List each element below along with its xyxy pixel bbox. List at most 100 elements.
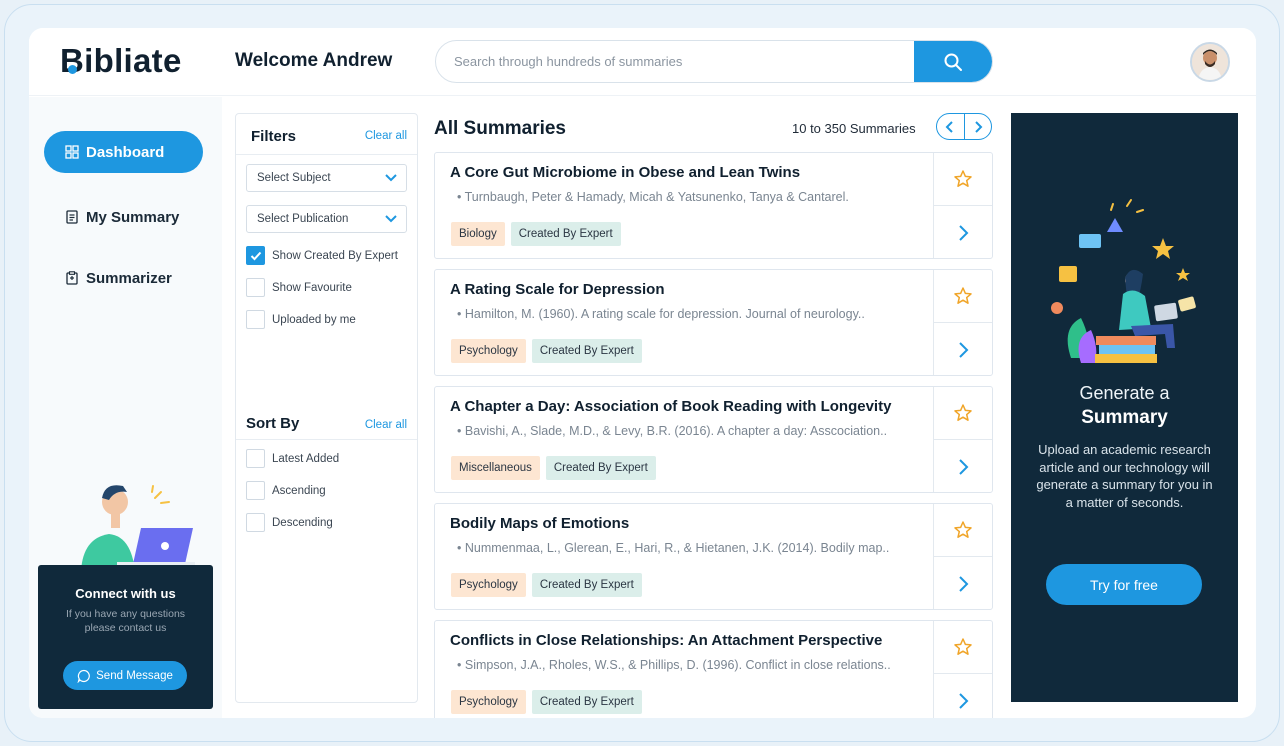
checkbox-box[interactable] [246,449,265,468]
summary-authors-text: Simpson, J.A., Rholes, W.S., & Phillips,… [464,658,891,672]
summary-title[interactable]: Conflicts in Close Relationships: An Att… [450,632,882,649]
subject-tag: Miscellaneous [451,456,540,480]
checkbox-uploaded-by-me[interactable]: Uploaded by me [246,310,356,329]
logo-dot-icon [68,65,77,74]
expert-badge: Created By Expert [545,456,656,480]
dashboard-grid-icon [65,145,79,159]
list-title: All Summaries [434,118,566,139]
promo-line-2: Summary [1081,407,1168,428]
favourite-button[interactable] [934,153,992,206]
expert-badge: Created By Expert [510,222,621,246]
try-for-free-button[interactable]: Try for free [1046,564,1202,605]
summary-card[interactable]: A Rating Scale for Depression • Hamilton… [434,269,993,376]
search-input[interactable] [454,41,914,82]
open-summary-button[interactable] [934,440,992,493]
avatar[interactable] [1190,42,1230,82]
checkbox-label: Show Favourite [272,281,352,294]
tag-list: Psychology Created By Expert [451,339,642,363]
open-summary-button[interactable] [934,206,992,259]
clear-filters-link[interactable]: Clear all [365,130,407,142]
open-summary-button[interactable] [934,557,992,610]
checkbox-box[interactable] [246,278,265,297]
select-publication-dropdown[interactable]: Select Publication [246,205,407,233]
promo-description: Upload an academic research article and … [1036,442,1213,510]
favourite-button[interactable] [934,621,992,674]
summary-title[interactable]: A Core Gut Microbiome in Obese and Lean … [450,164,800,181]
sidebar-item-label: Dashboard [86,143,165,161]
welcome-text: Welcome Andrew [235,50,393,71]
summary-card[interactable]: Bodily Maps of Emotions • Nummenmaa, L.,… [434,503,993,610]
person-laptop-illustration [81,485,195,571]
favourite-button[interactable] [934,504,992,557]
chevron-right-icon [959,692,969,709]
summary-card[interactable]: Conflicts in Close Relationships: An Att… [434,620,993,718]
checkbox-box[interactable] [246,481,265,500]
checkbox-show-created-by-expert[interactable]: Show Created By Expert [246,246,398,265]
list-header: All Summaries 10 to 350 Summaries [434,113,994,146]
next-page-button[interactable] [963,114,991,139]
chevron-left-icon [946,120,954,133]
chevron-right-icon [959,224,969,241]
card-actions [933,504,992,609]
tag-list: Miscellaneous Created By Expert [451,456,656,480]
summary-authors-text: Hamilton, M. (1960). A rating scale for … [464,307,865,321]
chevron-down-icon [385,215,397,223]
divider [236,154,417,155]
star-icon [954,404,972,421]
sidebar-item-dashboard[interactable]: Dashboard [44,131,203,173]
star-icon [954,170,972,187]
summary-authors: • Nummenmaa, L., Glerean, E., Hari, R., … [457,541,890,555]
checkbox-box[interactable] [246,513,265,532]
clipboard-icon [66,271,78,285]
checkbox-label: Descending [272,516,333,529]
sidebar-item-label: My Summary [86,208,180,226]
logo-text: ibliate [84,42,182,79]
star-icon [954,521,972,538]
card-actions [933,621,992,718]
checkbox-label: Ascending [272,484,326,497]
select-subject-value: Select Subject [257,172,331,184]
expert-badge: Created By Expert [531,339,642,363]
card-actions [933,270,992,375]
open-summary-button[interactable] [934,674,992,718]
sort-descending[interactable]: Descending [246,513,333,532]
prev-page-button[interactable] [937,114,964,139]
summary-title[interactable]: A Chapter a Day: Association of Book Rea… [450,398,891,415]
clear-sort-link[interactable]: Clear all [365,419,407,431]
checkbox-box[interactable] [246,310,265,329]
top-bar: Bibliate Welcome Andrew [29,28,1256,96]
chevron-right-icon [975,120,983,133]
favourite-button[interactable] [934,387,992,440]
summary-authors: • Hamilton, M. (1960). A rating scale fo… [457,307,865,321]
sort-by-title: Sort By [246,415,300,432]
send-message-button[interactable]: Send Message [63,661,187,690]
favourite-button[interactable] [934,270,992,323]
star-icon [954,287,972,304]
subject-tag: Psychology [451,690,526,714]
generate-summary-panel: Generate a Summary Upload an academic re… [1011,113,1238,702]
summary-card[interactable]: A Chapter a Day: Association of Book Rea… [434,386,993,493]
sort-latest-added[interactable]: Latest Added [246,449,339,468]
chevron-right-icon [959,458,969,475]
summary-authors: • Simpson, J.A., Rholes, W.S., & Phillip… [457,658,891,672]
tag-list: Psychology Created By Expert [451,690,642,714]
summary-title[interactable]: Bodily Maps of Emotions [450,515,629,532]
checkbox-box[interactable] [246,246,265,265]
open-summary-button[interactable] [934,323,992,376]
chat-bubble-icon [77,669,90,683]
summary-count: 10 to 350 Summaries [792,121,916,136]
reading-student-illustration [1051,199,1196,363]
logo[interactable]: Bibliate [60,42,182,80]
card-actions [933,153,992,258]
sidebar-item-summarizer[interactable]: Summarizer [44,257,203,299]
summary-title[interactable]: A Rating Scale for Depression [450,281,665,298]
tag-list: Biology Created By Expert [451,222,621,246]
sidebar-item-my-summary[interactable]: My Summary [44,196,203,238]
summary-card[interactable]: A Core Gut Microbiome in Obese and Lean … [434,152,993,259]
sidebar-item-label: Summarizer [86,269,172,287]
sort-ascending[interactable]: Ascending [246,481,326,500]
select-subject-dropdown[interactable]: Select Subject [246,164,407,192]
checkbox-label: Show Created By Expert [272,249,398,262]
search-button[interactable] [914,41,992,82]
checkbox-show-favourite[interactable]: Show Favourite [246,278,352,297]
